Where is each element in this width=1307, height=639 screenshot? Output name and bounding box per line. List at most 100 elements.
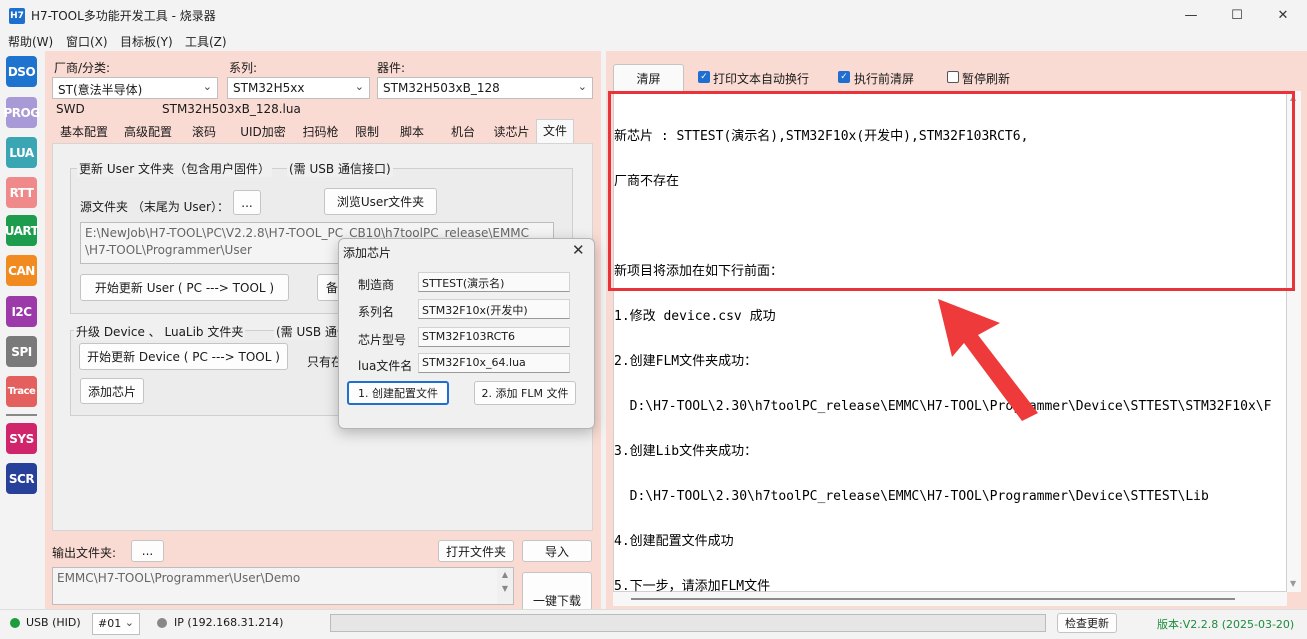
log-line: 4.创建配置文件成功 <box>614 534 734 549</box>
output-browse-dots-button[interactable]: ... <box>131 540 164 562</box>
source-folder-label: 源文件夹 （末尾为 User）： <box>80 200 229 214</box>
output-path-value: EMMC\H7-TOOL\Programmer\User\Demo <box>57 571 301 585</box>
ip-status-icon <box>157 618 167 628</box>
tab-basic-config[interactable]: 基本配置 <box>54 121 114 143</box>
ip-status-label: IP (192.168.31.214) <box>174 616 284 629</box>
chip-model-label: 芯片型号 <box>358 333 407 347</box>
tab-read-chip[interactable]: 读芯片 <box>488 121 535 143</box>
one-click-download-button[interactable]: 一键下载 <box>522 572 592 612</box>
toolbar-i2c-button[interactable]: I2C <box>6 296 37 327</box>
annotation-arrow-icon <box>938 299 1038 421</box>
chip-model-field[interactable]: STM32F103RCT6 <box>418 327 570 347</box>
create-config-button[interactable]: 1. 创建配置文件 <box>347 381 449 405</box>
chevron-down-icon: ⌄ <box>577 80 587 93</box>
clear-before-run-checkbox[interactable]: ✓ <box>838 71 850 83</box>
pause-refresh-label: 暂停刷新 <box>962 72 1011 86</box>
device-select-value: STM32H503xB_128 <box>383 81 500 95</box>
interface-label: SWD <box>56 102 85 116</box>
tab-scanner[interactable]: 扫码枪 <box>297 121 344 143</box>
dialog-close-icon[interactable]: ✕ <box>572 241 585 259</box>
device-label: 器件: <box>377 61 406 75</box>
tab-rolling-code[interactable]: 滚码 <box>184 121 224 143</box>
start-update-device-button[interactable]: 开始更新 Device ( PC ---> TOOL ) <box>79 343 288 370</box>
update-user-title: 更新 User 文件夹（包含用户固件） <box>77 160 272 177</box>
tab-advanced-config[interactable]: 高级配置 <box>117 121 179 143</box>
add-flm-button[interactable]: 2. 添加 FLM 文件 <box>474 381 576 405</box>
output-folder-label: 输出文件夹: <box>52 546 117 560</box>
series-label: 系列: <box>229 61 258 75</box>
app-icon: H7 <box>9 8 25 24</box>
toolbar-lua-button[interactable]: LUA <box>6 137 37 168</box>
open-folder-button[interactable]: 打开文件夹 <box>438 540 514 562</box>
toolbar-sys-button[interactable]: SYS <box>6 423 37 454</box>
log-horizontal-scrollbar[interactable] <box>613 592 1287 606</box>
toolbar-dso-button[interactable]: DSO <box>6 56 37 87</box>
tab-file[interactable]: 文件 <box>536 119 574 144</box>
browse-user-folder-button[interactable]: 浏览User文件夹 <box>324 188 437 215</box>
tab-script[interactable]: 脚本 <box>393 121 431 143</box>
auto-wrap-label: 打印文本自动换行 <box>713 72 810 86</box>
series-name-field[interactable]: STM32F10x(开发中) <box>418 299 570 319</box>
chevron-down-icon: ⌄ <box>202 80 212 93</box>
toolbar-separator <box>6 414 37 416</box>
module-toolbar <box>0 51 44 609</box>
chevron-down-icon: ⌄ <box>124 616 134 629</box>
series-name-label: 系列名 <box>358 305 395 319</box>
vendor-select-value: ST(意法半导体) <box>58 83 143 97</box>
source-browse-dots-button[interactable]: ... <box>233 190 261 215</box>
maximize-button[interactable]: ☐ <box>1214 0 1260 31</box>
window-title: H7-TOOL多功能开发工具 - 烧录器 <box>31 9 216 23</box>
minimize-button[interactable]: — <box>1168 0 1214 31</box>
toolbar-spi-button[interactable]: SPI <box>6 336 37 367</box>
vendor-label: 厂商/分类: <box>54 61 111 75</box>
toolbar-uart-button[interactable]: UART <box>5 215 39 246</box>
log-line: 3.创建Lib文件夹成功： <box>614 444 758 459</box>
check-update-button[interactable]: 检查更新 <box>1057 613 1117 633</box>
toolbar-trace-button[interactable]: Trace <box>6 376 37 407</box>
toolbar-scr-button[interactable]: SCR <box>6 463 37 494</box>
tab-machine[interactable]: 机台 <box>444 121 482 143</box>
port-select[interactable]: #01 ⌄ <box>92 613 140 635</box>
start-update-user-button[interactable]: 开始更新 User ( PC ---> TOOL ) <box>80 274 289 301</box>
port-select-value: #01 <box>98 617 122 630</box>
menu-tools[interactable]: 工具(Z) <box>185 33 227 50</box>
series-select[interactable]: STM32H5xx ⌄ <box>227 77 370 99</box>
tab-uid-encrypt[interactable]: UID加密 <box>232 121 294 143</box>
pause-refresh-checkbox[interactable] <box>947 71 959 83</box>
usb-status-label: USB (HID) <box>26 616 81 629</box>
scroll-down-icon: ▼ <box>1290 579 1297 588</box>
output-path-field[interactable]: EMMC\H7-TOOL\Programmer\User\Demo <box>52 567 514 605</box>
toolbar-prog-button[interactable]: PROG <box>3 97 40 128</box>
tab-limit[interactable]: 限制 <box>348 121 386 143</box>
scroll-thumb[interactable] <box>631 598 1235 600</box>
device-select[interactable]: STM32H503xB_128 ⌄ <box>377 77 593 99</box>
update-device-title: 升级 Device 、 LuaLib 文件夹 <box>74 323 246 340</box>
vendor-select[interactable]: ST(意法半导体) ⌄ <box>52 77 218 99</box>
import-button[interactable]: 导入 <box>522 540 592 562</box>
chevron-down-icon: ⌄ <box>354 80 364 93</box>
add-chip-button[interactable]: 添加芯片 <box>80 378 144 404</box>
toolbar-can-button[interactable]: CAN <box>6 255 37 286</box>
menu-help[interactable]: 帮助(W) <box>8 33 53 50</box>
highlight-box <box>608 91 1295 291</box>
progress-bar <box>330 614 1046 632</box>
toolbar-rtt-button[interactable]: RTT <box>6 177 37 208</box>
menu-target-board[interactable]: 目标板(Y) <box>120 33 173 50</box>
clear-screen-button[interactable]: 清屏 <box>613 64 684 91</box>
close-button[interactable]: ✕ <box>1260 0 1306 31</box>
auto-wrap-checkbox[interactable]: ✓ <box>698 71 710 83</box>
usb-status-icon <box>10 618 20 628</box>
log-line: D:\H7-TOOL\2.30\h7toolPC_release\EMMC\H7… <box>614 489 1209 504</box>
manufacturer-field[interactable]: STTEST(演示名) <box>418 272 570 292</box>
output-scrollbar[interactable]: ▲ ▼ <box>497 568 513 604</box>
dialog-title: 添加芯片 <box>343 246 392 260</box>
manufacturer-label: 制造商 <box>358 278 395 292</box>
lua-filename-label: lua文件名 <box>358 359 413 373</box>
lua-filename-field[interactable]: STM32F10x_64.lua <box>418 353 570 373</box>
version-label: 版本:V2.2.8 (2025-03-20) <box>1157 618 1295 631</box>
clear-before-run-label: 执行前清屏 <box>854 72 915 86</box>
update-user-note: (需 USB 通信接口) <box>287 160 393 177</box>
lua-file-label: STM32H503xB_128.lua <box>162 102 301 116</box>
series-select-value: STM32H5xx <box>233 81 305 95</box>
menu-window[interactable]: 窗口(X) <box>66 33 108 50</box>
